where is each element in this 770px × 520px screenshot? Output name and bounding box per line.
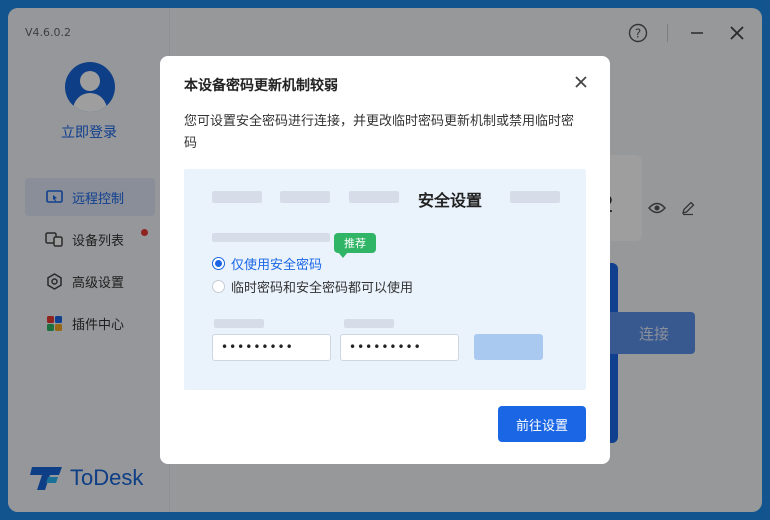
recommend-badge: 推荐 <box>334 233 376 258</box>
placeholder-tab <box>510 191 560 203</box>
weak-password-dialog: 本设备密码更新机制较弱 您可设置安全密码进行连接，并更改临时密码更新机制或禁用临… <box>160 56 610 464</box>
placeholder-tab <box>212 191 262 203</box>
option-both-passwords: 临时密码和安全密码都可以使用 <box>212 277 413 296</box>
dialog-close-icon[interactable] <box>572 73 590 91</box>
placeholder-tab <box>280 191 330 203</box>
option-label: 仅使用安全密码 <box>231 258 323 273</box>
placeholder-tab <box>349 191 399 203</box>
password-confirm-field: ••••••••• <box>340 334 459 361</box>
radio-selected-icon <box>212 257 225 270</box>
radio-unselected-icon <box>212 280 225 293</box>
placeholder-label <box>344 319 394 328</box>
password-field: ••••••••• <box>212 334 331 361</box>
go-to-settings-button[interactable]: 前往设置 <box>498 406 586 442</box>
preview-title: 安全设置 <box>418 191 483 210</box>
placeholder-line <box>212 233 330 242</box>
option-secure-only: 仅使用安全密码 <box>212 254 322 273</box>
placeholder-label <box>214 319 264 328</box>
dialog-description: 您可设置安全密码进行连接，并更改临时密码更新机制或禁用临时密码 <box>184 114 575 151</box>
security-settings-preview: 安全设置 推荐 仅使用安全密码 临时密码和安全密码都可以使用 •••••••••… <box>184 169 586 390</box>
option-label: 临时密码和安全密码都可以使用 <box>231 281 414 296</box>
placeholder-button <box>474 334 543 360</box>
dialog-title: 本设备密码更新机制较弱 <box>184 78 338 94</box>
